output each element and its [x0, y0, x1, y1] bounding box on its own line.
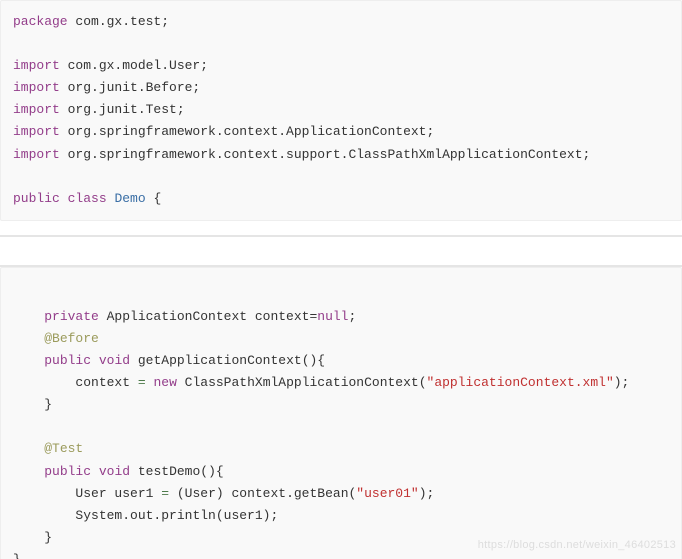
keyword-null: null — [317, 309, 348, 324]
keyword-public: public — [44, 353, 91, 368]
keyword-new: new — [153, 375, 176, 390]
keyword-import: import — [13, 58, 60, 73]
code-block-2: private ApplicationContext context=null;… — [0, 267, 682, 559]
annotation-before: @Before — [44, 331, 99, 346]
keyword-import: import — [13, 147, 60, 162]
operator-assign: = — [138, 375, 146, 390]
code-screenshot: package com.gx.test; import com.gx.model… — [0, 0, 682, 559]
code-block-1: package com.gx.test; import com.gx.model… — [0, 0, 682, 221]
keyword-void: void — [99, 353, 130, 368]
code-content-1: package com.gx.test; import com.gx.model… — [13, 11, 669, 210]
code-content-2: private ApplicationContext context=null;… — [13, 306, 669, 559]
operator-assign: = — [161, 486, 169, 501]
keyword-import: import — [13, 80, 60, 95]
keyword-void: void — [99, 464, 130, 479]
keyword-import: import — [13, 102, 60, 117]
keyword-public: public — [44, 464, 91, 479]
keyword-public: public — [13, 191, 60, 206]
annotation-test: @Test — [44, 441, 83, 456]
block-gap — [0, 235, 682, 265]
string-literal: "applicationContext.xml" — [427, 375, 614, 390]
class-name: Demo — [114, 191, 145, 206]
keyword-import: import — [13, 124, 60, 139]
keyword-package: package — [13, 14, 68, 29]
keyword-private: private — [44, 309, 99, 324]
keyword-class: class — [68, 191, 107, 206]
string-literal: "user01" — [356, 486, 418, 501]
watermark-text: https://blog.csdn.net/weixin_46402513 — [478, 536, 676, 555]
